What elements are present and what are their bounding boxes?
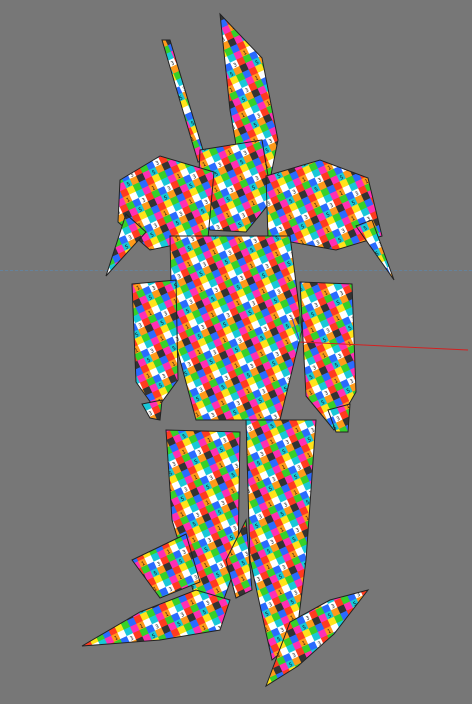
left-claw [141,399,163,421]
left-arm [131,279,179,411]
left-foot [81,589,231,647]
scene-canvas[interactable]: 1 3 5 [0,0,472,704]
right-shoulder-spike [355,219,395,281]
3d-viewport[interactable]: 1 3 5 [0,0,472,704]
robot-model[interactable] [81,12,395,688]
torso [169,235,303,421]
antenna-blade [161,39,207,163]
